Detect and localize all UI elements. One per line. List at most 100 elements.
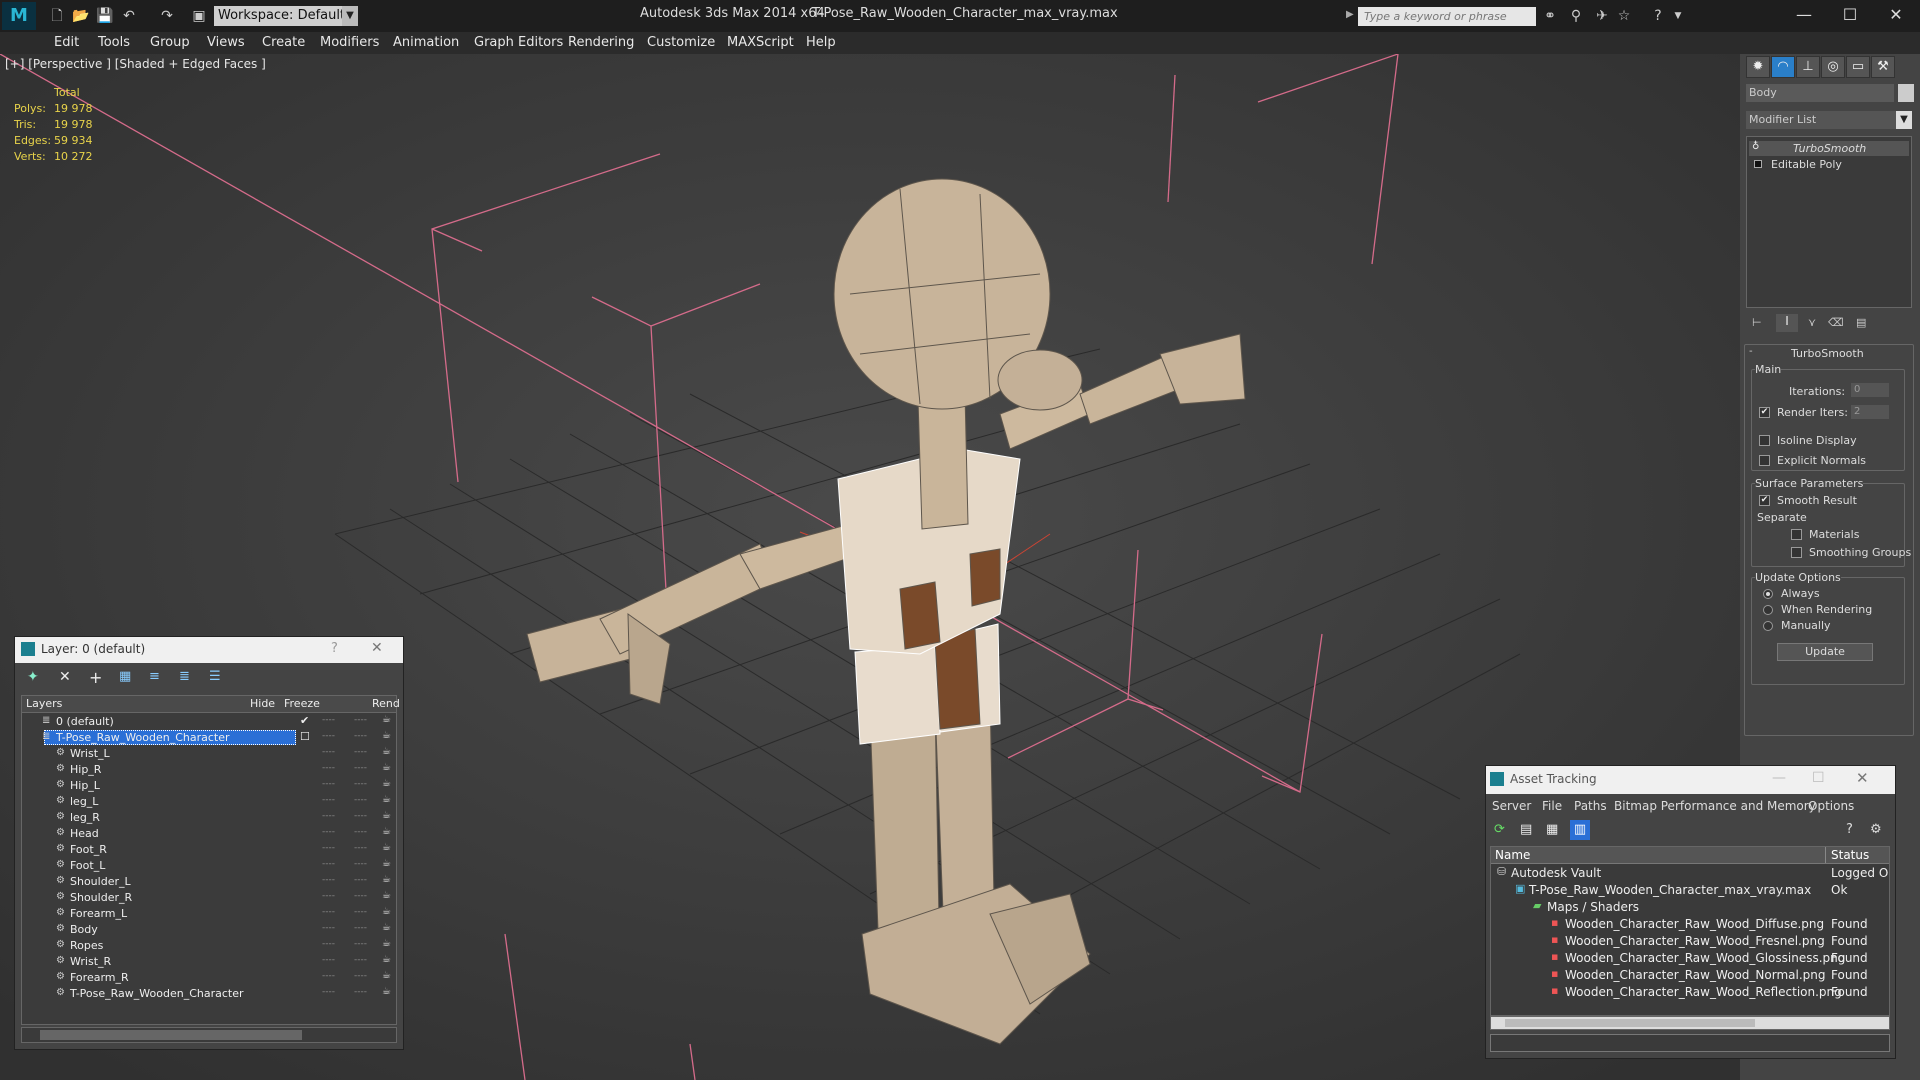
chevron-down-icon[interactable]: ▼: [1896, 111, 1912, 129]
freeze-toggle[interactable]: ----: [354, 795, 367, 805]
render-teapot-icon[interactable]: ☕: [382, 906, 391, 917]
iterations-spinner[interactable]: 0: [1851, 383, 1889, 397]
layer-object-row[interactable]: ⚙ Shoulder_R ---- ---- ☕: [22, 890, 396, 906]
object-color-swatch[interactable]: [1898, 84, 1914, 102]
close-icon[interactable]: ✕: [371, 640, 383, 656]
column-divider[interactable]: [1825, 847, 1826, 863]
help-icon[interactable]: ?: [1846, 822, 1853, 837]
menu-modifiers[interactable]: Modifiers: [320, 35, 379, 50]
layer-object-row[interactable]: ⚙ Hip_L ---- ---- ☕: [22, 778, 396, 794]
active-layer-box[interactable]: ☐: [300, 730, 310, 743]
layer-row[interactable]: ≣ T-Pose_Raw_Wooden_Character ☐ ---- ---- ☕: [22, 730, 396, 746]
materials-checkbox[interactable]: [1791, 529, 1802, 540]
asset-row[interactable]: ▣ T-Pose_Raw_Wooden_Character_max_vray.ma…: [1491, 882, 1889, 899]
create-layer-icon[interactable]: ✦: [27, 669, 39, 685]
layer-horizontal-scrollbar[interactable]: [21, 1027, 397, 1043]
render-teapot-icon[interactable]: ☕: [382, 746, 391, 757]
render-teapot-icon[interactable]: ☕: [382, 954, 391, 965]
freeze-toggle[interactable]: ----: [354, 987, 367, 997]
object-name-field[interactable]: Body: [1746, 84, 1894, 102]
isoline-display-checkbox[interactable]: [1759, 435, 1770, 446]
add-to-layer-icon[interactable]: +: [89, 668, 102, 687]
delete-layer-icon[interactable]: ✕: [59, 669, 71, 685]
render-teapot-icon[interactable]: ☕: [382, 826, 391, 837]
maximize-button[interactable]: ☐: [1812, 770, 1825, 786]
menu-graph-editors[interactable]: Graph Editors: [474, 35, 563, 50]
hide-toggle[interactable]: ----: [322, 747, 335, 757]
freeze-toggle[interactable]: ----: [354, 955, 367, 965]
freeze-toggle[interactable]: ----: [354, 779, 367, 789]
stack-item-turbosmooth[interactable]: ♁ TurboSmooth: [1749, 141, 1909, 156]
minimize-button[interactable]: —: [1772, 770, 1786, 786]
freeze-toggle[interactable]: ----: [354, 859, 367, 869]
hide-toggle[interactable]: ----: [322, 955, 335, 965]
redo-icon[interactable]: ↷: [158, 7, 176, 25]
smoothing-groups-checkbox[interactable]: [1791, 547, 1802, 558]
render-iters-spinner[interactable]: 2: [1851, 405, 1889, 419]
hide-toggle[interactable]: ----: [322, 971, 335, 981]
minimize-button[interactable]: —: [1782, 2, 1826, 28]
render-teapot-icon[interactable]: ☕: [382, 858, 391, 869]
hide-all-icon[interactable]: ≣: [179, 669, 190, 684]
refresh-icon[interactable]: ⟳: [1494, 822, 1505, 837]
render-teapot-icon[interactable]: ☕: [382, 714, 391, 725]
render-teapot-icon[interactable]: ☕: [382, 730, 391, 741]
subscription-icon[interactable]: ⚲: [1566, 7, 1586, 25]
remove-modifier-icon[interactable]: ⌫: [1828, 316, 1844, 329]
layer-object-row[interactable]: ⚙ Body ---- ---- ☕: [22, 922, 396, 938]
help-button[interactable]: ?: [331, 641, 338, 656]
asset-menu-server[interactable]: Server: [1492, 799, 1531, 813]
expand-icon[interactable]: [1754, 160, 1762, 168]
settings-icon[interactable]: ⚙: [1870, 822, 1882, 837]
hide-toggle[interactable]: ----: [322, 811, 335, 821]
modifier-list-dropdown[interactable]: Modifier List: [1746, 111, 1896, 129]
hierarchy-tab-icon[interactable]: ⊥: [1796, 56, 1820, 78]
rollout-title[interactable]: TurboSmooth: [1791, 347, 1864, 360]
hide-toggle[interactable]: ----: [322, 843, 335, 853]
render-iters-checkbox[interactable]: ✔: [1759, 407, 1770, 418]
menu-create[interactable]: Create: [262, 35, 305, 50]
column-layers[interactable]: Layers: [26, 697, 62, 710]
freeze-toggle[interactable]: ----: [354, 891, 367, 901]
thumbnail-view-icon[interactable]: ▦: [1546, 822, 1558, 837]
hide-toggle[interactable]: ----: [322, 923, 335, 933]
freeze-toggle[interactable]: ----: [354, 715, 367, 725]
hide-toggle[interactable]: ----: [322, 939, 335, 949]
lightbulb-icon[interactable]: ♁: [1752, 141, 1759, 152]
binoculars-icon[interactable]: ⚭: [1540, 7, 1560, 25]
hide-toggle[interactable]: ----: [322, 715, 335, 725]
render-teapot-icon[interactable]: ☕: [382, 970, 391, 981]
freeze-toggle[interactable]: ----: [354, 907, 367, 917]
render-teapot-icon[interactable]: ☕: [382, 778, 391, 789]
layer-object-row[interactable]: ⚙ Hip_R ---- ---- ☕: [22, 762, 396, 778]
asset-row[interactable]: ▰ Maps / Shaders: [1491, 899, 1889, 916]
freeze-toggle[interactable]: ----: [354, 939, 367, 949]
always-radio[interactable]: [1763, 589, 1773, 599]
pin-stack-icon[interactable]: ⊢: [1752, 316, 1762, 329]
new-file-icon[interactable]: 🗋: [48, 7, 66, 25]
help-icon[interactable]: ?: [1648, 7, 1668, 25]
chevron-down-icon[interactable]: ▼: [342, 6, 358, 26]
column-name[interactable]: Name: [1495, 848, 1530, 862]
menu-group[interactable]: Group: [150, 35, 190, 50]
explicit-normals-checkbox[interactable]: [1759, 455, 1770, 466]
render-teapot-icon[interactable]: ☕: [382, 986, 391, 997]
asset-row[interactable]: ▪ Wooden_Character_Raw_Wood_Normal.png Fou…: [1491, 967, 1889, 984]
freeze-toggle[interactable]: ----: [354, 763, 367, 773]
make-unique-icon[interactable]: ⋎: [1808, 316, 1816, 329]
select-objects-icon[interactable]: ▦: [119, 669, 131, 684]
scrollbar-thumb[interactable]: [40, 1030, 302, 1040]
active-layer-checkmark[interactable]: ✔: [300, 714, 309, 727]
layer-object-row[interactable]: ⚙ leg_R ---- ---- ☕: [22, 810, 396, 826]
layer-object-row[interactable]: ⚙ Wrist_L ---- ---- ☕: [22, 746, 396, 762]
column-render[interactable]: Rend: [372, 697, 400, 710]
layer-row[interactable]: ≣ 0 (default) ✔ ---- ---- ☕: [22, 714, 396, 730]
utilities-tab-icon[interactable]: ⚒: [1871, 56, 1895, 78]
hide-toggle[interactable]: ----: [322, 779, 335, 789]
menu-tools[interactable]: Tools: [98, 35, 130, 50]
asset-row[interactable]: ▪ Wooden_Character_Raw_Wood_Fresnel.png Fo…: [1491, 933, 1889, 950]
layer-object-row[interactable]: ⚙ Forearm_L ---- ---- ☕: [22, 906, 396, 922]
freeze-all-icon[interactable]: ☰: [209, 669, 221, 684]
layer-object-row[interactable]: ⚙ Wrist_R ---- ---- ☕: [22, 954, 396, 970]
workspace-dropdown[interactable]: Workspace: Default: [214, 6, 358, 26]
